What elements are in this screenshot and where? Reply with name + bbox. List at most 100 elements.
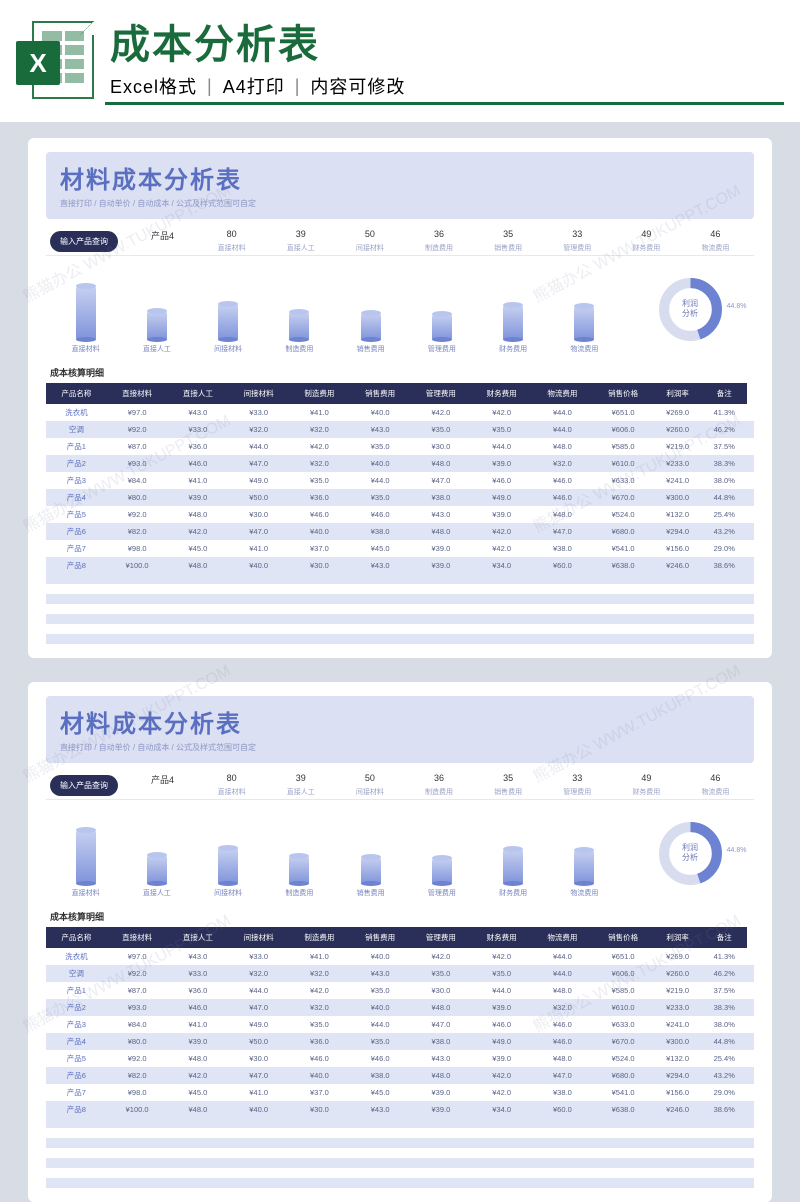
query-col: 36制造费用 bbox=[404, 773, 473, 797]
table-header: 销售价格 bbox=[593, 383, 654, 404]
table-header: 销售价格 bbox=[593, 927, 654, 948]
table-row: 产品4¥80.0¥39.0¥50.0¥36.0¥35.0¥38.0¥49.0¥4… bbox=[46, 1033, 754, 1050]
table-row: 产品8¥100.0¥48.0¥40.0¥30.0¥43.0¥39.0¥34.0¥… bbox=[46, 1101, 754, 1118]
query-col: 80直接材料 bbox=[197, 773, 266, 797]
table-header: 利润率 bbox=[654, 927, 702, 948]
empty-rows bbox=[46, 1118, 754, 1188]
sheet-panel: 材料成本分析表 直接打印 / 自动单价 / 自动成本 / 公式及样式范围可自定输… bbox=[28, 682, 772, 1202]
doc-header: 材料成本分析表 直接打印 / 自动单价 / 自动成本 / 公式及样式范围可自定 bbox=[46, 152, 754, 219]
bar: 间接材料 bbox=[193, 848, 264, 898]
empty-rows bbox=[46, 574, 754, 644]
table-row: 产品1¥87.0¥36.0¥44.0¥42.0¥35.0¥30.0¥44.0¥4… bbox=[46, 982, 754, 999]
query-col: 36制造费用 bbox=[404, 229, 473, 253]
table-row: 产品8¥100.0¥48.0¥40.0¥30.0¥43.0¥39.0¥34.0¥… bbox=[46, 557, 754, 574]
bar-chart: 直接材料直接人工间接材料制造费用销售费用管理费用财务费用物流费用 bbox=[50, 808, 620, 898]
detail-section-title: 成本核算明细 bbox=[50, 366, 754, 379]
table-row: 产品1¥87.0¥36.0¥44.0¥42.0¥35.0¥30.0¥44.0¥4… bbox=[46, 438, 754, 455]
panel-inner: 材料成本分析表 直接打印 / 自动单价 / 自动成本 / 公式及样式范围可自定输… bbox=[28, 138, 772, 658]
cost-table: 产品名称直接材料直接人工间接材料制造费用销售费用管理费用财务费用物流费用销售价格… bbox=[46, 927, 754, 1118]
table-row: 产品5¥92.0¥48.0¥30.0¥46.0¥46.0¥43.0¥39.0¥4… bbox=[46, 1050, 754, 1067]
donut-chart: 利润分析 44.8% bbox=[630, 264, 750, 354]
bar: 直接材料 bbox=[50, 830, 121, 898]
table-row: 产品3¥84.0¥41.0¥49.0¥35.0¥44.0¥47.0¥46.0¥4… bbox=[46, 1016, 754, 1033]
table-header: 物流费用 bbox=[532, 383, 593, 404]
query-col: 产品4 bbox=[128, 229, 197, 253]
bar: 直接材料 bbox=[50, 286, 121, 354]
table-header: 直接人工 bbox=[168, 927, 229, 948]
bar: 管理费用 bbox=[406, 858, 477, 898]
bar: 制造费用 bbox=[264, 312, 335, 354]
detail-section-title: 成本核算明细 bbox=[50, 910, 754, 923]
table-header: 财务费用 bbox=[471, 927, 532, 948]
donut-chart: 利润分析 44.8% bbox=[630, 808, 750, 898]
table-header: 产品名称 bbox=[46, 383, 107, 404]
query-col: 50间接材料 bbox=[335, 229, 404, 253]
table-header: 直接材料 bbox=[107, 383, 168, 404]
table-header: 产品名称 bbox=[46, 927, 107, 948]
table-row: 产品6¥82.0¥42.0¥47.0¥40.0¥38.0¥48.0¥42.0¥4… bbox=[46, 1067, 754, 1084]
bar: 物流费用 bbox=[549, 306, 620, 354]
table-row: 产品7¥98.0¥45.0¥41.0¥37.0¥45.0¥39.0¥42.0¥3… bbox=[46, 1084, 754, 1101]
bar: 间接材料 bbox=[193, 304, 264, 354]
query-col: 46物流费用 bbox=[681, 229, 750, 253]
table-header: 备注 bbox=[702, 383, 747, 404]
table-row: 空调¥92.0¥33.0¥32.0¥32.0¥43.0¥35.0¥35.0¥44… bbox=[46, 965, 754, 982]
bar: 制造费用 bbox=[264, 856, 335, 898]
banner-title: 成本分析表 bbox=[110, 23, 784, 67]
query-col: 50间接材料 bbox=[335, 773, 404, 797]
bar: 直接人工 bbox=[121, 855, 192, 898]
table-row: 洗衣机¥97.0¥43.0¥33.0¥41.0¥40.0¥42.0¥42.0¥4… bbox=[46, 948, 754, 965]
query-col: 49财务费用 bbox=[612, 229, 681, 253]
sheet-panel: 材料成本分析表 直接打印 / 自动单价 / 自动成本 / 公式及样式范围可自定输… bbox=[28, 138, 772, 658]
query-col: 39直接人工 bbox=[266, 229, 335, 253]
excel-icon: X bbox=[16, 15, 98, 107]
table-row: 洗衣机¥97.0¥43.0¥33.0¥41.0¥40.0¥42.0¥42.0¥4… bbox=[46, 404, 754, 421]
table-header: 物流费用 bbox=[532, 927, 593, 948]
bar: 财务费用 bbox=[478, 849, 549, 898]
bar: 销售费用 bbox=[335, 857, 406, 898]
sub-part: A4打印 bbox=[223, 73, 285, 99]
doc-header: 材料成本分析表 直接打印 / 自动单价 / 自动成本 / 公式及样式范围可自定 bbox=[46, 696, 754, 763]
query-col: 33管理费用 bbox=[543, 229, 612, 253]
query-pill[interactable]: 输入产品查询 bbox=[50, 231, 118, 252]
doc-title: 材料成本分析表 bbox=[60, 704, 740, 739]
query-col: 35销售费用 bbox=[474, 773, 543, 797]
chart-area: 直接材料直接人工间接材料制造费用销售费用管理费用财务费用物流费用 利润分析 44… bbox=[46, 800, 754, 906]
query-col: 80直接材料 bbox=[197, 229, 266, 253]
doc-subtitle: 直接打印 / 自动单价 / 自动成本 / 公式及样式范围可自定 bbox=[60, 742, 740, 753]
query-col: 39直接人工 bbox=[266, 773, 335, 797]
query-pill[interactable]: 输入产品查询 bbox=[50, 775, 118, 796]
cost-table: 产品名称直接材料直接人工间接材料制造费用销售费用管理费用财务费用物流费用销售价格… bbox=[46, 383, 754, 574]
sub-part: Excel格式 bbox=[110, 73, 197, 99]
bar: 销售费用 bbox=[335, 313, 406, 354]
table-header: 销售费用 bbox=[350, 383, 411, 404]
table-header: 制造费用 bbox=[289, 383, 350, 404]
bar-chart: 直接材料直接人工间接材料制造费用销售费用管理费用财务费用物流费用 bbox=[50, 264, 620, 354]
table-header: 管理费用 bbox=[411, 927, 472, 948]
table-row: 产品2¥93.0¥46.0¥47.0¥32.0¥40.0¥48.0¥39.0¥3… bbox=[46, 455, 754, 472]
top-banner: X 成本分析表 Excel格式| A4打印| 内容可修改 bbox=[0, 0, 800, 122]
table-header: 间接材料 bbox=[228, 383, 289, 404]
table-row: 产品5¥92.0¥48.0¥30.0¥46.0¥46.0¥43.0¥39.0¥4… bbox=[46, 506, 754, 523]
table-header: 直接材料 bbox=[107, 927, 168, 948]
table-row: 产品7¥98.0¥45.0¥41.0¥37.0¥45.0¥39.0¥42.0¥3… bbox=[46, 540, 754, 557]
query-row: 输入产品查询产品480直接材料39直接人工50间接材料36制造费用35销售费用3… bbox=[46, 229, 754, 256]
panel-inner: 材料成本分析表 直接打印 / 自动单价 / 自动成本 / 公式及样式范围可自定输… bbox=[28, 682, 772, 1202]
query-col: 49财务费用 bbox=[612, 773, 681, 797]
bar: 物流费用 bbox=[549, 850, 620, 898]
bar: 管理费用 bbox=[406, 314, 477, 354]
table-row: 产品6¥82.0¥42.0¥47.0¥40.0¥38.0¥48.0¥42.0¥4… bbox=[46, 523, 754, 540]
bar: 直接人工 bbox=[121, 311, 192, 354]
table-header: 制造费用 bbox=[289, 927, 350, 948]
table-row: 空调¥92.0¥33.0¥32.0¥32.0¥43.0¥35.0¥35.0¥44… bbox=[46, 421, 754, 438]
query-col: 35销售费用 bbox=[474, 229, 543, 253]
chart-area: 直接材料直接人工间接材料制造费用销售费用管理费用财务费用物流费用 利润分析 44… bbox=[46, 256, 754, 362]
table-row: 产品4¥80.0¥39.0¥50.0¥36.0¥35.0¥38.0¥49.0¥4… bbox=[46, 489, 754, 506]
bar: 财务费用 bbox=[478, 305, 549, 354]
table-row: 产品3¥84.0¥41.0¥49.0¥35.0¥44.0¥47.0¥46.0¥4… bbox=[46, 472, 754, 489]
table-header: 管理费用 bbox=[411, 383, 472, 404]
query-col: 33管理费用 bbox=[543, 773, 612, 797]
query-col: 46物流费用 bbox=[681, 773, 750, 797]
query-col: 产品4 bbox=[128, 773, 197, 797]
query-row: 输入产品查询产品480直接材料39直接人工50间接材料36制造费用35销售费用3… bbox=[46, 773, 754, 800]
